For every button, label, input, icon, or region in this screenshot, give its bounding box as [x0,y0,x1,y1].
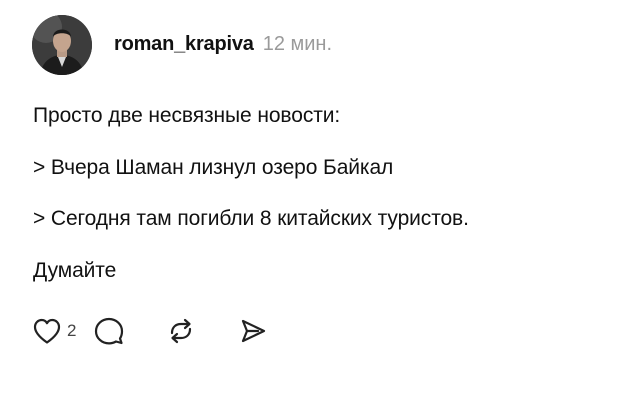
post-card: roman_krapiva 12 мин. Просто две несвязн… [0,0,640,404]
avatar[interactable] [32,15,92,75]
post-text-line: > Вчера Шаман лизнул озеро Байкал [33,156,394,179]
post-header: roman_krapiva 12 мин. [114,33,332,61]
comment-button[interactable] [94,316,166,346]
like-count: 2 [67,321,77,340]
post-text-line: > Сегодня там погибли 8 китайских турист… [33,207,469,230]
post-text-line: Думайте [33,259,117,282]
post-text-line: Просто две несвязные новости: [33,104,341,127]
heart-icon [32,317,62,345]
username-link[interactable]: roman_krapiva [114,33,254,56]
share-icon [238,316,268,346]
repost-icon [166,316,196,346]
share-button[interactable] [238,316,268,346]
comment-icon [94,316,124,346]
repost-button[interactable] [166,316,238,346]
like-button[interactable]: 2 [32,317,94,345]
post-actions: 2 [32,316,268,346]
post-timestamp: 12 мин. [262,33,333,55]
